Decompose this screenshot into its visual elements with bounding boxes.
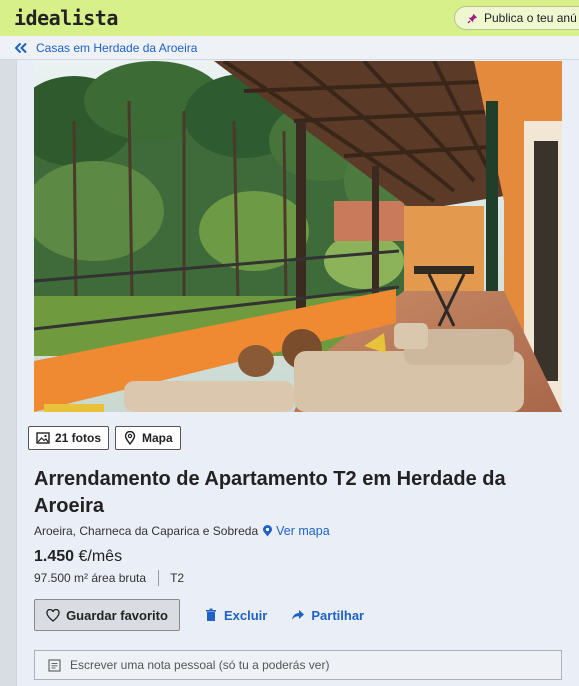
breadcrumb-link[interactable]: Casas em Herdade da Aroeira bbox=[36, 41, 197, 55]
save-favorite-label: Guardar favorito bbox=[66, 607, 168, 623]
area-feature: 97.500 m² área bruta bbox=[34, 571, 147, 585]
balcony-photo-image bbox=[34, 61, 562, 412]
map-button[interactable]: Mapa bbox=[115, 426, 181, 450]
feature-divider bbox=[158, 570, 160, 586]
main-photo[interactable] bbox=[34, 61, 562, 412]
price-unit: €/mês bbox=[78, 548, 123, 565]
location-pin-icon bbox=[124, 431, 136, 445]
idealista-logo[interactable]: idealista bbox=[14, 6, 118, 30]
photos-label: 21 fotos bbox=[55, 431, 102, 445]
price-value: 1.450 bbox=[34, 548, 75, 565]
listing-actions: Guardar favorito Excluir Partilhar bbox=[34, 599, 364, 631]
photos-button[interactable]: 21 fotos bbox=[28, 426, 110, 450]
listing-location: Aroeira, Charneca da Caparica e Sobreda … bbox=[34, 524, 330, 538]
save-favorite-button[interactable]: Guardar favorito bbox=[34, 599, 180, 631]
breadcrumb: Casas em Herdade da Aroeira bbox=[0, 36, 579, 60]
see-map-link[interactable]: Ver mapa bbox=[262, 524, 330, 538]
share-button[interactable]: Partilhar bbox=[291, 608, 364, 623]
delete-label: Excluir bbox=[224, 607, 268, 623]
listing-features: 97.500 m² área bruta T2 bbox=[34, 570, 184, 586]
typology-feature: T2 bbox=[170, 571, 185, 585]
location-text: Aroeira, Charneca da Caparica e Sobreda bbox=[34, 524, 259, 538]
price: 1.450 €/mês bbox=[34, 548, 122, 566]
listing-card: 21 fotos Mapa Arrendamento de Apartament… bbox=[16, 60, 579, 686]
share-label: Partilhar bbox=[311, 607, 365, 623]
see-map-label: Ver mapa bbox=[276, 524, 330, 538]
note-icon bbox=[48, 658, 61, 672]
share-icon bbox=[292, 610, 305, 620]
top-header: idealista Publica o teu anú bbox=[0, 0, 579, 36]
image-icon bbox=[36, 432, 50, 444]
map-label: Mapa bbox=[142, 431, 173, 445]
map-pin-icon bbox=[263, 525, 273, 537]
trash-icon bbox=[206, 608, 216, 621]
delete-button[interactable]: Excluir bbox=[204, 608, 267, 623]
listing-title: Arrendamento de Apartamento T2 em Herdad… bbox=[34, 468, 506, 517]
double-chevron-left-icon[interactable] bbox=[14, 42, 28, 54]
personal-note-placeholder: Escrever uma nota pessoal (só tu a poder… bbox=[70, 658, 330, 672]
publish-ad-label: Publica o teu anú bbox=[484, 11, 577, 25]
heart-icon bbox=[46, 608, 60, 622]
personal-note-field[interactable]: Escrever uma nota pessoal (só tu a poder… bbox=[34, 650, 562, 680]
publish-ad-button[interactable]: Publica o teu anú bbox=[454, 6, 579, 30]
pin-icon bbox=[467, 13, 478, 24]
